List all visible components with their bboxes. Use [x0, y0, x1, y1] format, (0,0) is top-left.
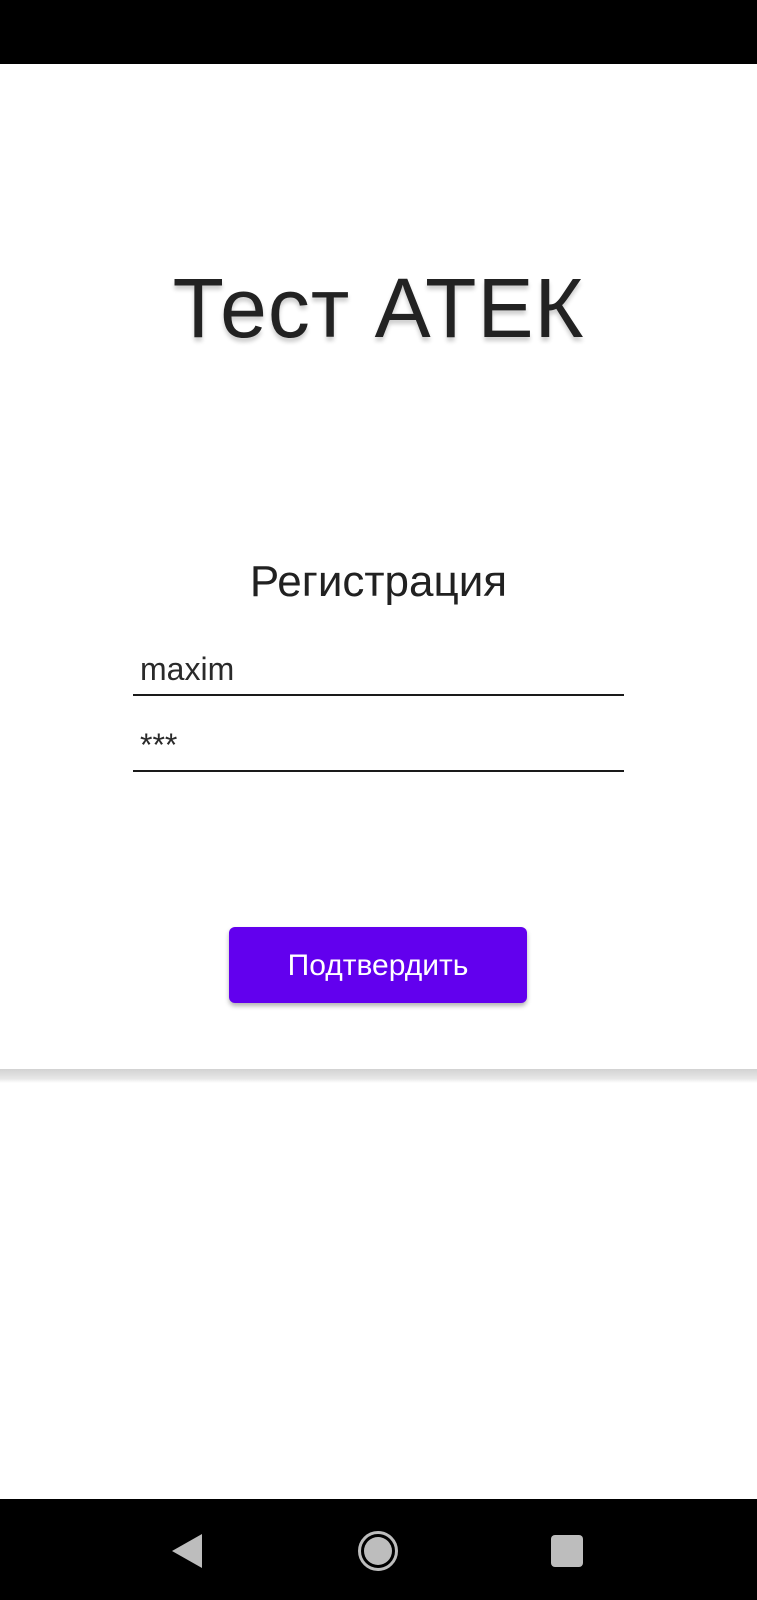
back-triangle-icon — [172, 1534, 202, 1568]
submit-button[interactable]: Подтвердить — [229, 927, 527, 1003]
registration-heading: Регистрация — [249, 557, 508, 606]
app-title: Тест АТЕК — [172, 261, 585, 355]
home-circle-icon — [358, 1531, 398, 1571]
back-button[interactable] — [157, 1521, 217, 1581]
app-screen: Тест АТЕК Регистрация Подтвердить — [0, 0, 757, 1600]
home-button[interactable] — [348, 1521, 408, 1581]
password-input[interactable] — [140, 727, 610, 764]
recents-button[interactable] — [537, 1521, 597, 1581]
status-bar — [0, 0, 757, 64]
home-inner-dot — [364, 1537, 392, 1565]
recents-square-icon — [551, 1535, 583, 1567]
login-field — [133, 638, 624, 696]
login-input[interactable] — [140, 651, 610, 688]
divider — [0, 1069, 757, 1083]
navigation-bar — [0, 1499, 757, 1600]
password-field — [133, 714, 624, 772]
